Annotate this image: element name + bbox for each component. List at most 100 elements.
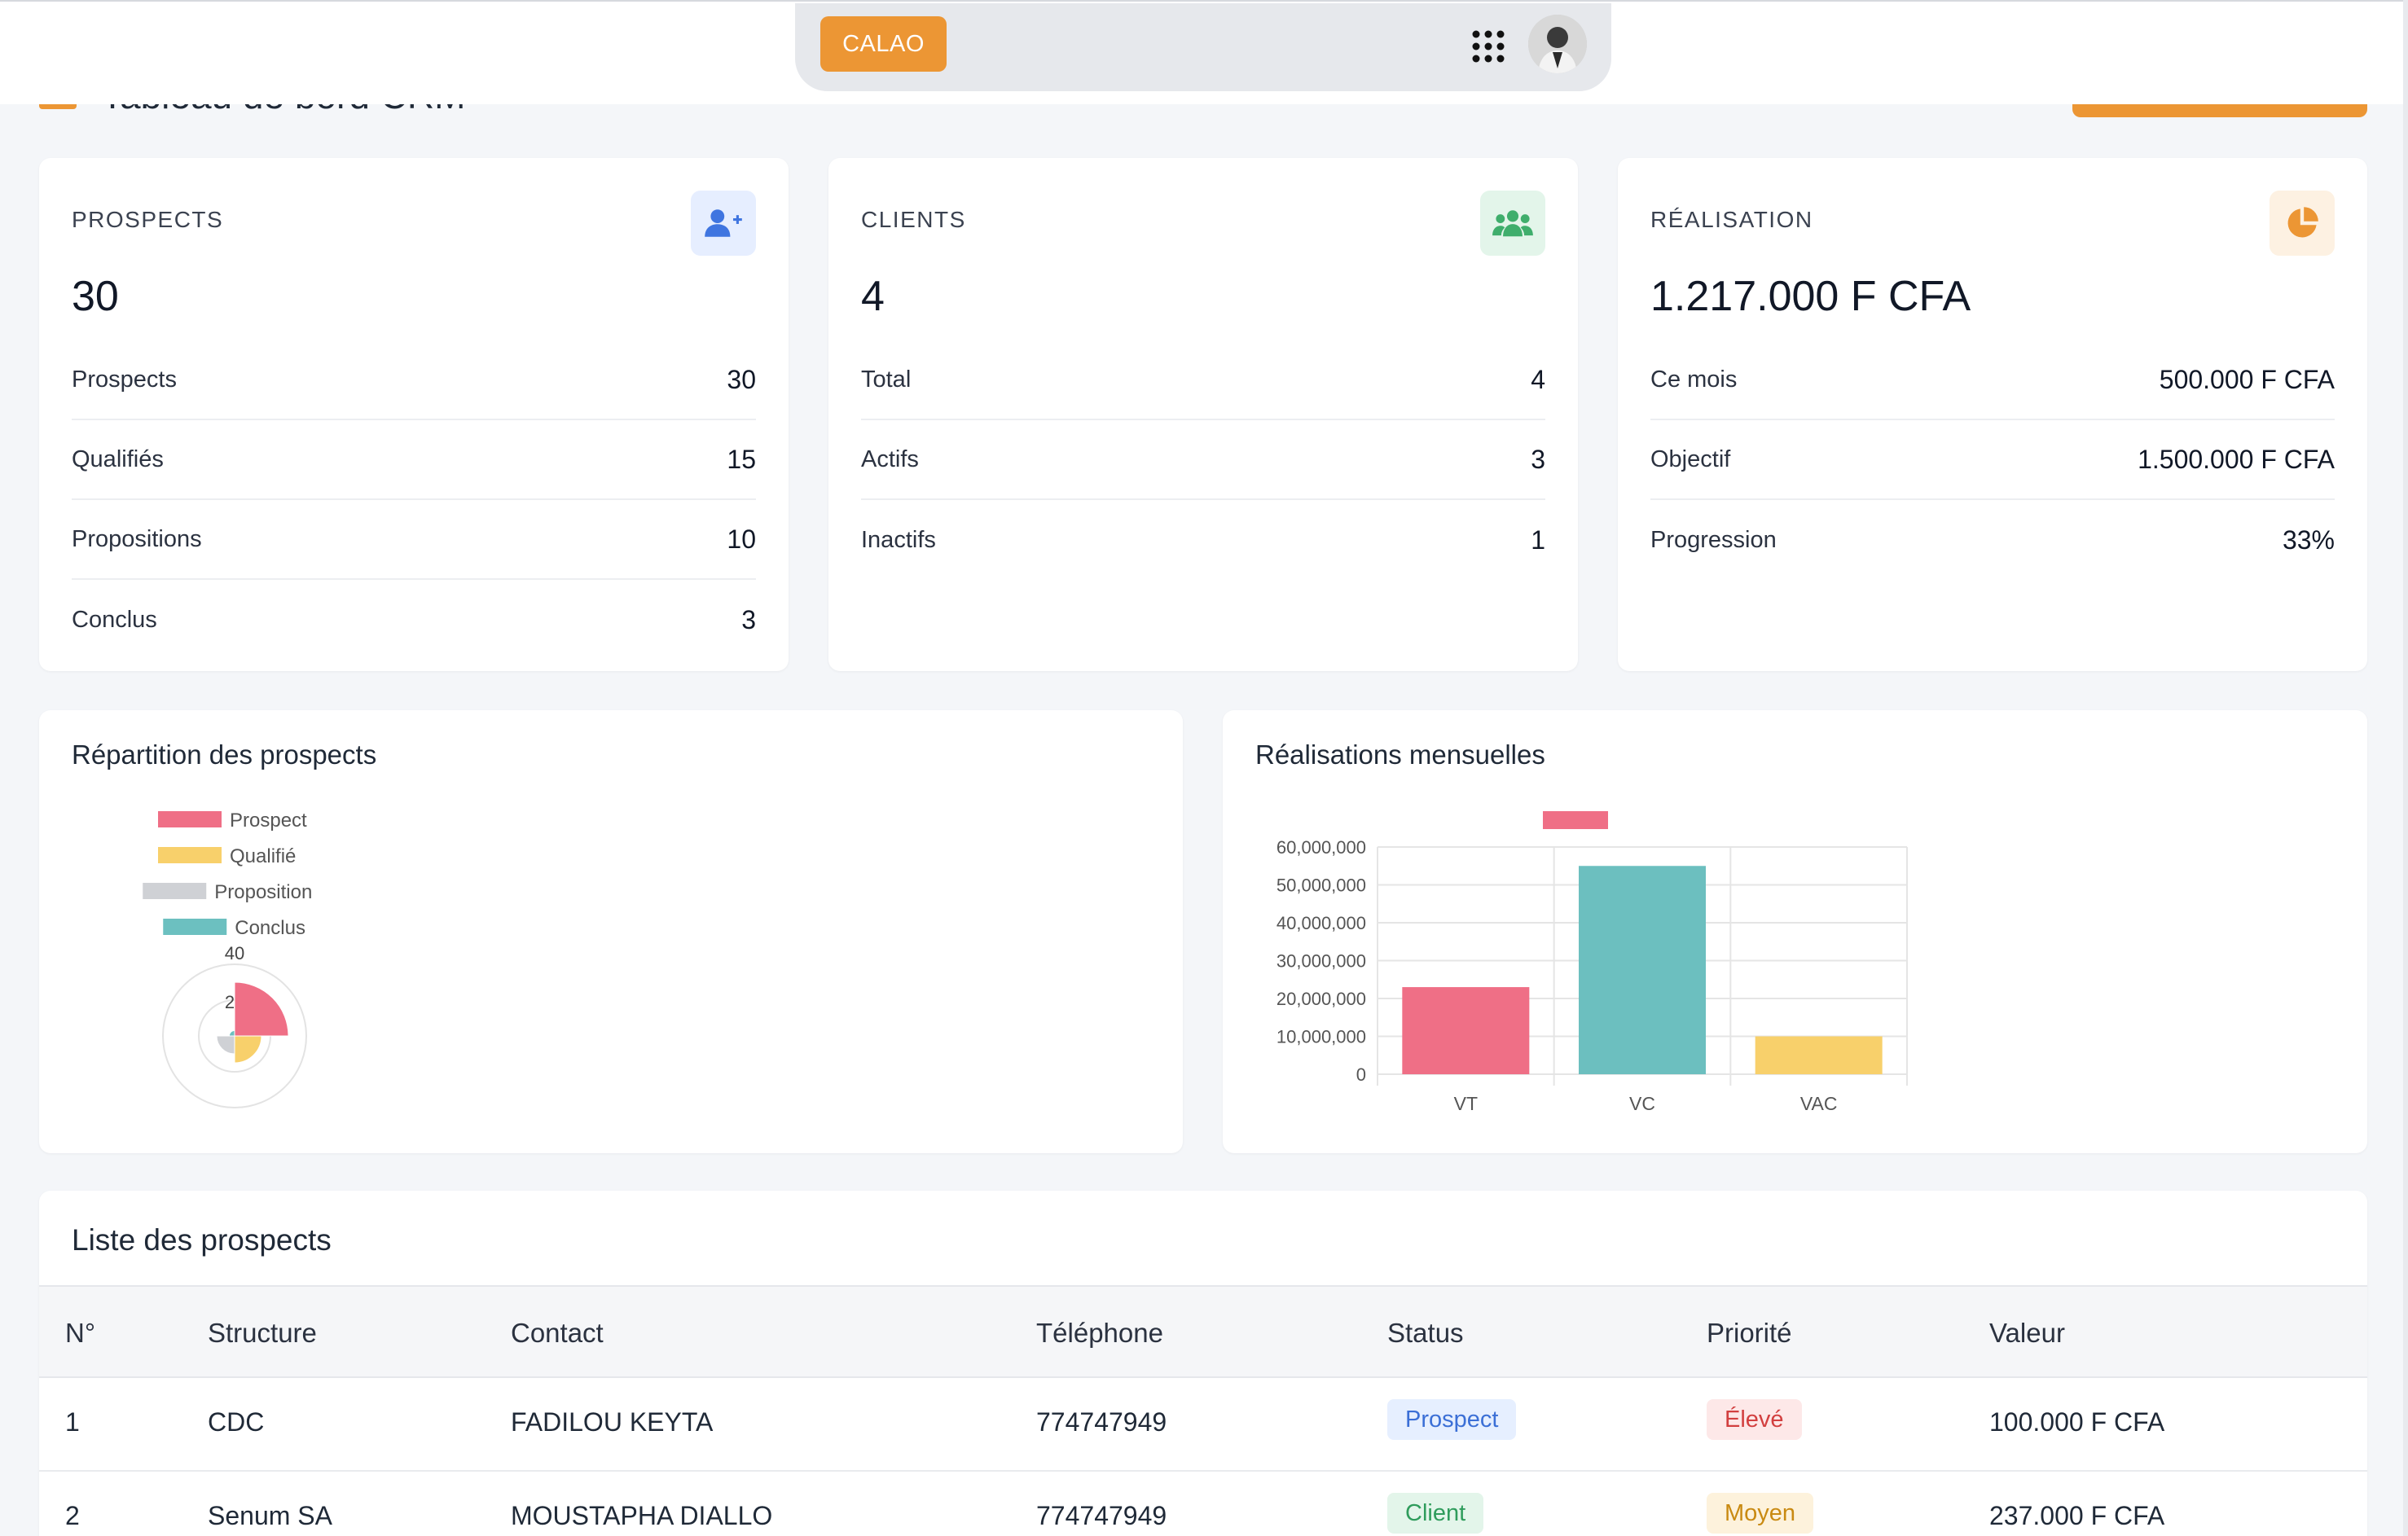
- stat-row: Qualifiés 15: [72, 420, 756, 500]
- column-header[interactable]: Valeur: [1989, 1318, 2065, 1349]
- y-tick-label: 10,000,000: [1277, 1027, 1366, 1047]
- stat-row-label: Conclus: [72, 606, 157, 633]
- column-header[interactable]: Priorité: [1707, 1318, 1792, 1349]
- realisation-card: RÉALISATION 1.217.000 F CFA Ce mois 500.…: [1618, 158, 2367, 671]
- legend-swatch: [158, 811, 222, 827]
- stat-row: Inactifs 1: [861, 500, 1545, 580]
- x-tick-label: VT: [1454, 1093, 1478, 1114]
- monthly-results-bar-chart: 0 10,000,000 20,000,000 30,000,000 40,000,00…: [1277, 811, 1908, 1114]
- stat-row-label: Prospects: [72, 366, 177, 393]
- clients-total: 4: [861, 273, 885, 320]
- prospects-distribution-card: Répartition des prospects Prospect Qualif…: [39, 710, 1183, 1153]
- legend-swatch: [143, 883, 207, 899]
- priority-badge: Élevé: [1707, 1399, 1802, 1440]
- legend-swatch: [1543, 811, 1608, 829]
- bar: [1755, 1036, 1883, 1074]
- column-header[interactable]: N°: [65, 1318, 95, 1349]
- status-badge: Prospect: [1387, 1399, 1517, 1440]
- stat-row: Propositions 10: [72, 500, 756, 580]
- y-tick-label: 40,000,000: [1277, 913, 1366, 933]
- monthly-results-card: Réalisations mensuelles 0 10,000,000 20,00…: [1223, 710, 2367, 1153]
- row-contact: FADILOU KEYTA: [511, 1407, 714, 1437]
- legend-label: Qualifié: [230, 845, 296, 867]
- column-header[interactable]: Structure: [208, 1318, 317, 1349]
- legend-swatch: [163, 919, 227, 935]
- row-number: 1: [65, 1407, 80, 1437]
- stat-row: Progression 33%: [1650, 500, 2335, 580]
- x-tick-label: VC: [1629, 1093, 1655, 1114]
- prospects-card-title: PROSPECTS: [72, 207, 224, 232]
- stat-row-value: 15: [727, 444, 756, 474]
- polar-slice: [234, 1035, 262, 1064]
- polar-tick-label: 2: [225, 992, 235, 1012]
- stat-row-label: Propositions: [72, 525, 202, 552]
- stat-row: Conclus 3: [72, 580, 756, 660]
- row-value: 237.000 F CFA: [1989, 1501, 2165, 1530]
- polar-tick-label: 40: [225, 943, 244, 963]
- row-phone: 774747949: [1036, 1407, 1167, 1437]
- stat-row: Objectif 1.500.000 F CFA: [1650, 420, 2335, 500]
- polar-slice: [234, 981, 289, 1037]
- users-icon: [1480, 191, 1545, 256]
- legend-swatch: [158, 847, 222, 863]
- stat-row-value: 30: [727, 364, 756, 394]
- row-phone: 774747949: [1036, 1501, 1167, 1530]
- column-header[interactable]: Status: [1387, 1318, 1464, 1349]
- grid-dots-icon[interactable]: [1471, 29, 1505, 64]
- bar: [1402, 987, 1530, 1074]
- table-row[interactable]: 1 CDC FADILOU KEYTA 774747949 Prospect É…: [39, 1378, 2367, 1472]
- legend-label: Proposition: [214, 881, 312, 903]
- stat-row-label: Progression: [1650, 526, 1777, 553]
- stat-row-value: 3: [1531, 444, 1545, 474]
- polar-slice: [216, 1035, 235, 1055]
- stat-row-value: 1.500.000 F CFA: [2138, 444, 2335, 474]
- stat-row-label: Actifs: [861, 445, 919, 472]
- stat-row-value: 3: [741, 604, 756, 634]
- stat-row-value: 500.000 F CFA: [2159, 364, 2335, 394]
- realisation-card-title: RÉALISATION: [1650, 207, 1813, 232]
- row-number: 2: [65, 1501, 80, 1530]
- y-tick-label: 0: [1356, 1064, 1366, 1085]
- brand-button[interactable]: CALAO: [820, 16, 947, 72]
- stat-row-value: 33%: [2282, 524, 2335, 555]
- user-avatar[interactable]: [1528, 15, 1587, 73]
- status-badge: Client: [1387, 1493, 1484, 1534]
- stat-row: Total 4: [861, 340, 1545, 420]
- column-header[interactable]: Contact: [511, 1318, 604, 1349]
- stat-row: Prospects 30: [72, 340, 756, 420]
- y-tick-label: 20,000,000: [1277, 989, 1366, 1009]
- y-tick-label: 30,000,000: [1277, 951, 1366, 972]
- clients-card-title: CLIENTS: [861, 207, 966, 232]
- row-value: 100.000 F CFA: [1989, 1407, 2165, 1437]
- stat-row-label: Inactifs: [861, 526, 936, 553]
- table-header: N° Structure Contact Téléphone Status Pr…: [39, 1285, 2367, 1378]
- crm-dashboard: Tableau de bord CRM CALAO PROSPECTS: [0, 0, 2408, 1536]
- clients-card: CLIENTS 4 Total 4 Actifs 3 Inactifs 1: [828, 158, 1578, 671]
- stat-row-label: Qualifiés: [72, 445, 164, 472]
- stat-row-value: 4: [1531, 364, 1545, 394]
- prospects-table-title: Liste des prospects: [72, 1223, 332, 1257]
- stat-row: Ce mois 500.000 F CFA: [1650, 340, 2335, 420]
- row-structure: CDC: [208, 1407, 265, 1437]
- prospects-total: 30: [72, 273, 119, 320]
- y-tick-label: 50,000,000: [1277, 876, 1366, 896]
- pie-chart-icon: [2270, 191, 2335, 256]
- column-header[interactable]: Téléphone: [1036, 1318, 1163, 1349]
- stat-row-label: Objectif: [1650, 445, 1731, 472]
- prospects-card: PROSPECTS 30 Prospects 30 Qualifiés 15 P…: [39, 158, 789, 671]
- prospects-table-card: Liste des prospects N° Structure Contact…: [39, 1191, 2367, 1536]
- prospects-polar-chart: Prospect Qualifié Proposition Conclus 40 2: [143, 810, 312, 1108]
- row-contact: MOUSTAPHA DIALLO: [511, 1501, 773, 1530]
- row-structure: Senum SA: [208, 1501, 332, 1530]
- stat-row-label: Total: [861, 366, 912, 393]
- x-tick-label: VAC: [1800, 1093, 1838, 1114]
- stat-row: Actifs 3: [861, 420, 1545, 500]
- priority-badge: Moyen: [1707, 1493, 1814, 1534]
- polar-slice: [228, 1029, 235, 1037]
- navbar: CALAO: [795, 3, 1611, 91]
- page-scrollbar[interactable]: [2403, 0, 2408, 1536]
- user-plus-icon: [691, 191, 756, 256]
- realisation-total: 1.217.000 F CFA: [1650, 273, 1971, 320]
- legend-label: Prospect: [230, 810, 307, 832]
- table-row[interactable]: 2 Senum SA MOUSTAPHA DIALLO 774747949 Cl…: [39, 1472, 2367, 1536]
